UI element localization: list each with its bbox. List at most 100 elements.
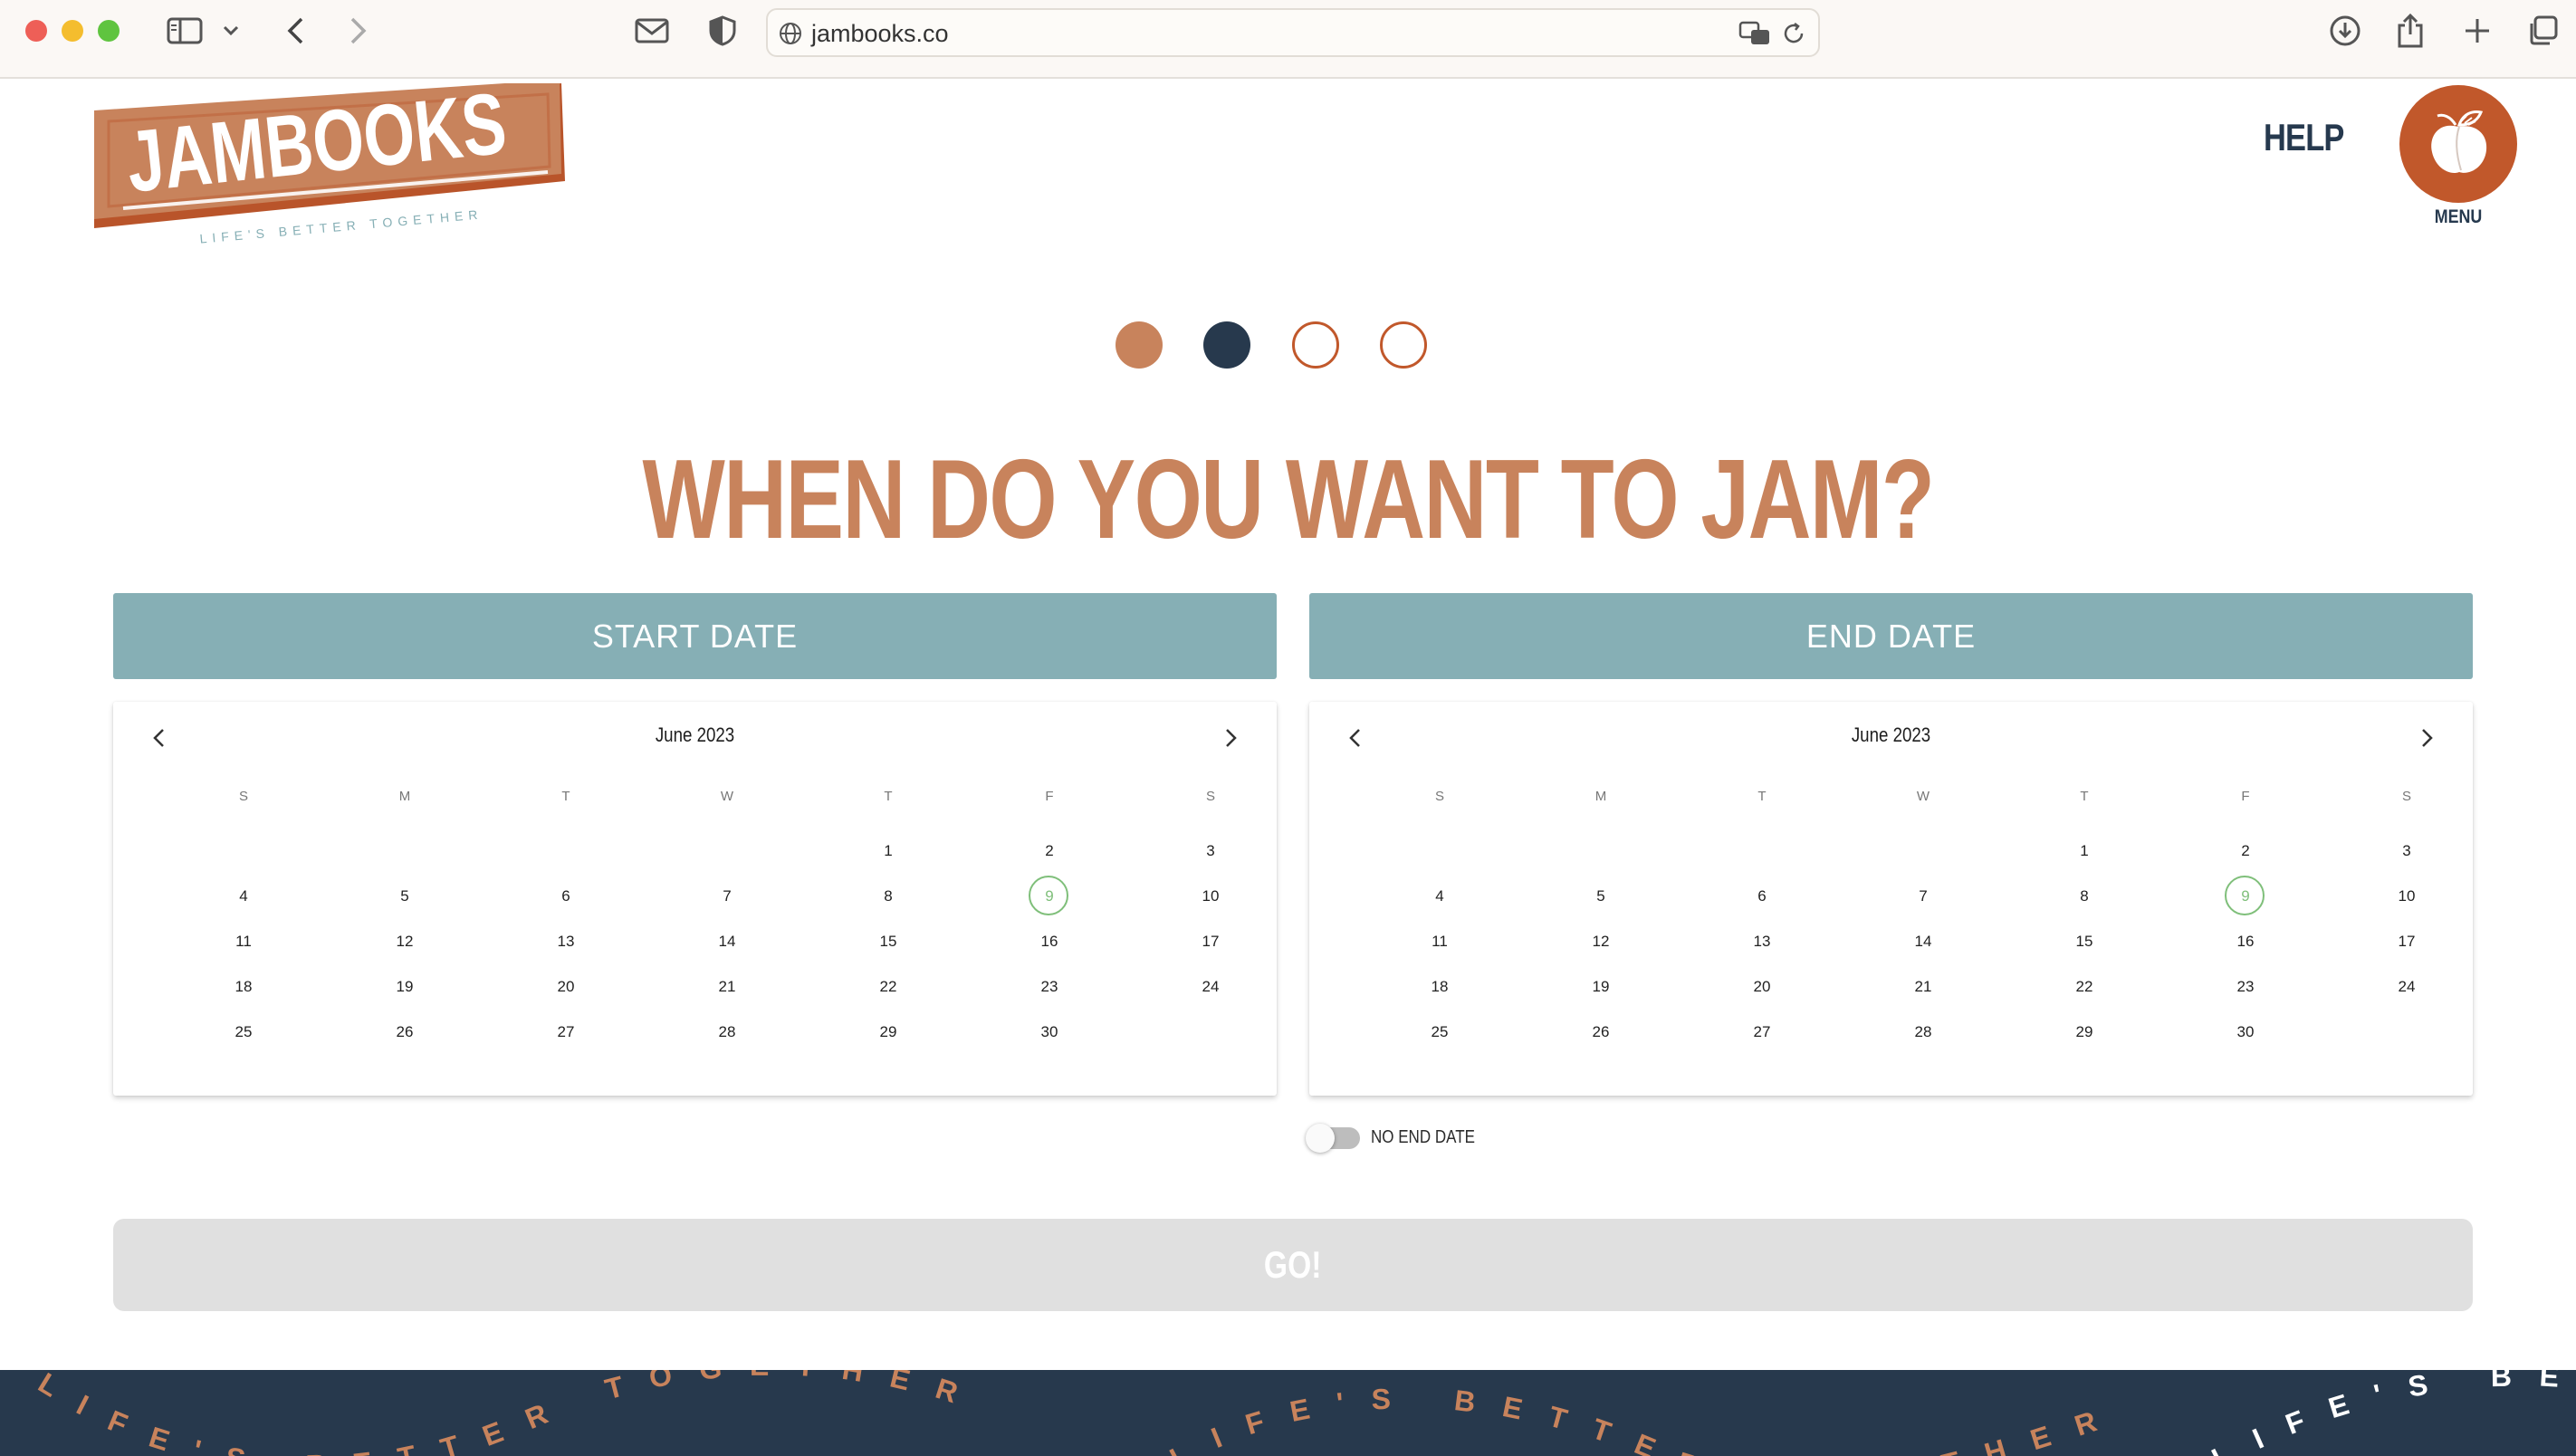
calendar-day[interactable]: 5	[324, 876, 485, 916]
calendar-day[interactable]: 26	[324, 1012, 485, 1052]
back-arrow-icon[interactable]	[277, 11, 313, 51]
calendar-day[interactable]: 1	[2004, 831, 2165, 871]
sidebar-toggle-icon[interactable]	[163, 11, 206, 51]
go-button[interactable]: GO!	[113, 1219, 2473, 1311]
calendar-day[interactable]: 22	[808, 967, 969, 1007]
calendar-day[interactable]: 14	[646, 922, 808, 962]
start-calendar-prev-month-button[interactable]	[140, 720, 177, 756]
calendar-day[interactable]: 2	[2165, 831, 2326, 871]
calendar-day-today[interactable]: 9	[2165, 876, 2326, 916]
weekday-label: S	[2401, 789, 2411, 804]
weekday-label: W	[1916, 789, 1930, 804]
new-tab-icon[interactable]	[2459, 11, 2495, 51]
calendar-day[interactable]: 15	[808, 922, 969, 962]
translate-icon[interactable]	[1738, 21, 1771, 51]
calendar-day[interactable]: 4	[1359, 876, 1520, 916]
calendar-day[interactable]: 6	[1681, 876, 1843, 916]
tab-overview-icon[interactable]	[2524, 11, 2561, 51]
weekday-header-row: S M T W T F S	[163, 783, 1295, 810]
minimize-window-button[interactable]	[62, 20, 83, 42]
calendar-day[interactable]: 2	[969, 831, 1130, 871]
calendar-day[interactable]: 12	[1520, 922, 1681, 962]
calendar-day[interactable]: 6	[485, 876, 646, 916]
share-icon[interactable]	[2392, 11, 2428, 51]
calendar-day[interactable]: 13	[1681, 922, 1843, 962]
calendar-day[interactable]: 13	[485, 922, 646, 962]
calendar-week-row: 18 19 20 21 22 23 24	[163, 964, 1295, 1010]
calendar-day[interactable]: 30	[969, 1012, 1130, 1052]
calendar-day[interactable]: 17	[1130, 922, 1291, 962]
calendar-day[interactable]: 7	[646, 876, 808, 916]
calendar-day[interactable]: 28	[646, 1012, 808, 1052]
calendar-day[interactable]: 11	[163, 922, 324, 962]
calendar-day[interactable]: 1	[808, 831, 969, 871]
no-end-date-toggle[interactable]	[1306, 1124, 1360, 1153]
calendar-week-row: 18 19 20 21 22 23 24	[1359, 964, 2491, 1010]
end-calendar-prev-month-button[interactable]	[1336, 720, 1373, 756]
calendar-day[interactable]: 26	[1520, 1012, 1681, 1052]
calendar-day[interactable]: 27	[1681, 1012, 1843, 1052]
progress-step-4	[1380, 321, 1427, 369]
weekday-label: F	[1045, 789, 1054, 804]
calendar-day[interactable]: 18	[1359, 967, 1520, 1007]
calendar-day[interactable]: 8	[2004, 876, 2165, 916]
calendar-day[interactable]: 10	[2326, 876, 2487, 916]
calendar-day[interactable]: 19	[324, 967, 485, 1007]
reload-icon[interactable]	[1782, 22, 1805, 50]
zoom-window-button[interactable]	[98, 20, 120, 42]
calendar-day[interactable]: 30	[2165, 1012, 2326, 1052]
calendar-day[interactable]: 22	[2004, 967, 2165, 1007]
calendar-day[interactable]: 18	[163, 967, 324, 1007]
calendar-day[interactable]: 20	[1681, 967, 1843, 1007]
calendar-day[interactable]: 21	[646, 967, 808, 1007]
calendar-week-row: 25 26 27 28 29 30	[163, 1010, 1295, 1055]
progress-step-1	[1116, 321, 1163, 369]
address-bar[interactable]: jambooks.co	[766, 8, 1820, 57]
end-calendar-next-month-button[interactable]	[2409, 720, 2446, 756]
calendar-day[interactable]: 29	[2004, 1012, 2165, 1052]
downloads-icon[interactable]	[2325, 11, 2365, 51]
calendar-day[interactable]: 11	[1359, 922, 1520, 962]
calendar-day[interactable]: 20	[485, 967, 646, 1007]
chevron-left-icon	[1349, 729, 1360, 747]
calendar-day[interactable]: 10	[1130, 876, 1291, 916]
calendar-day[interactable]: 21	[1843, 967, 2004, 1007]
calendar-day[interactable]: 3	[1130, 831, 1291, 871]
shield-icon[interactable]	[704, 11, 741, 51]
forward-arrow-icon[interactable]	[340, 11, 377, 51]
chevron-down-icon[interactable]	[217, 11, 244, 51]
calendar-day[interactable]: 24	[1130, 967, 1291, 1007]
calendar-day[interactable]: 17	[2326, 922, 2487, 962]
calendar-day[interactable]: 19	[1520, 967, 1681, 1007]
calendar-day[interactable]: 16	[2165, 922, 2326, 962]
calendar-day[interactable]: 8	[808, 876, 969, 916]
calendar-day[interactable]: 16	[969, 922, 1130, 962]
calendar-day[interactable]: 14	[1843, 922, 2004, 962]
calendar-day[interactable]: 28	[1843, 1012, 2004, 1052]
calendar-day[interactable]: 5	[1520, 876, 1681, 916]
start-calendar-next-month-button[interactable]	[1213, 720, 1250, 756]
calendar-day[interactable]: 23	[2165, 967, 2326, 1007]
calendar-day[interactable]: 27	[485, 1012, 646, 1052]
calendar-day[interactable]: 25	[1359, 1012, 1520, 1052]
mail-icon[interactable]	[632, 11, 672, 51]
calendar-day[interactable]: 15	[2004, 922, 2165, 962]
menu-button[interactable]	[2399, 85, 2517, 203]
calendar-day[interactable]: 3	[2326, 831, 2487, 871]
calendar-day[interactable]: 7	[1843, 876, 2004, 916]
calendar-day[interactable]: 25	[163, 1012, 324, 1052]
calendar-day[interactable]: 12	[324, 922, 485, 962]
jambooks-logo[interactable]: JAMBOOKS LIFE'S BETTER TOGETHER	[91, 75, 570, 248]
calendar-day-today[interactable]: 9	[969, 876, 1130, 916]
weekday-label: M	[398, 789, 411, 804]
calendar-day[interactable]: 4	[163, 876, 324, 916]
calendar-day-empty	[1843, 831, 2004, 871]
calendar-week-row: 4 5 6 7 8 9 10	[163, 874, 1295, 919]
calendar-week-row: 11 12 13 14 15 16 17	[1359, 919, 2491, 964]
calendar-day[interactable]: 29	[808, 1012, 969, 1052]
close-window-button[interactable]	[25, 20, 47, 42]
calendar-day[interactable]: 23	[969, 967, 1130, 1007]
calendar-week-row: 1 2 3	[163, 829, 1295, 874]
calendar-day[interactable]: 24	[2326, 967, 2487, 1007]
help-link[interactable]: HELP	[2264, 116, 2344, 159]
